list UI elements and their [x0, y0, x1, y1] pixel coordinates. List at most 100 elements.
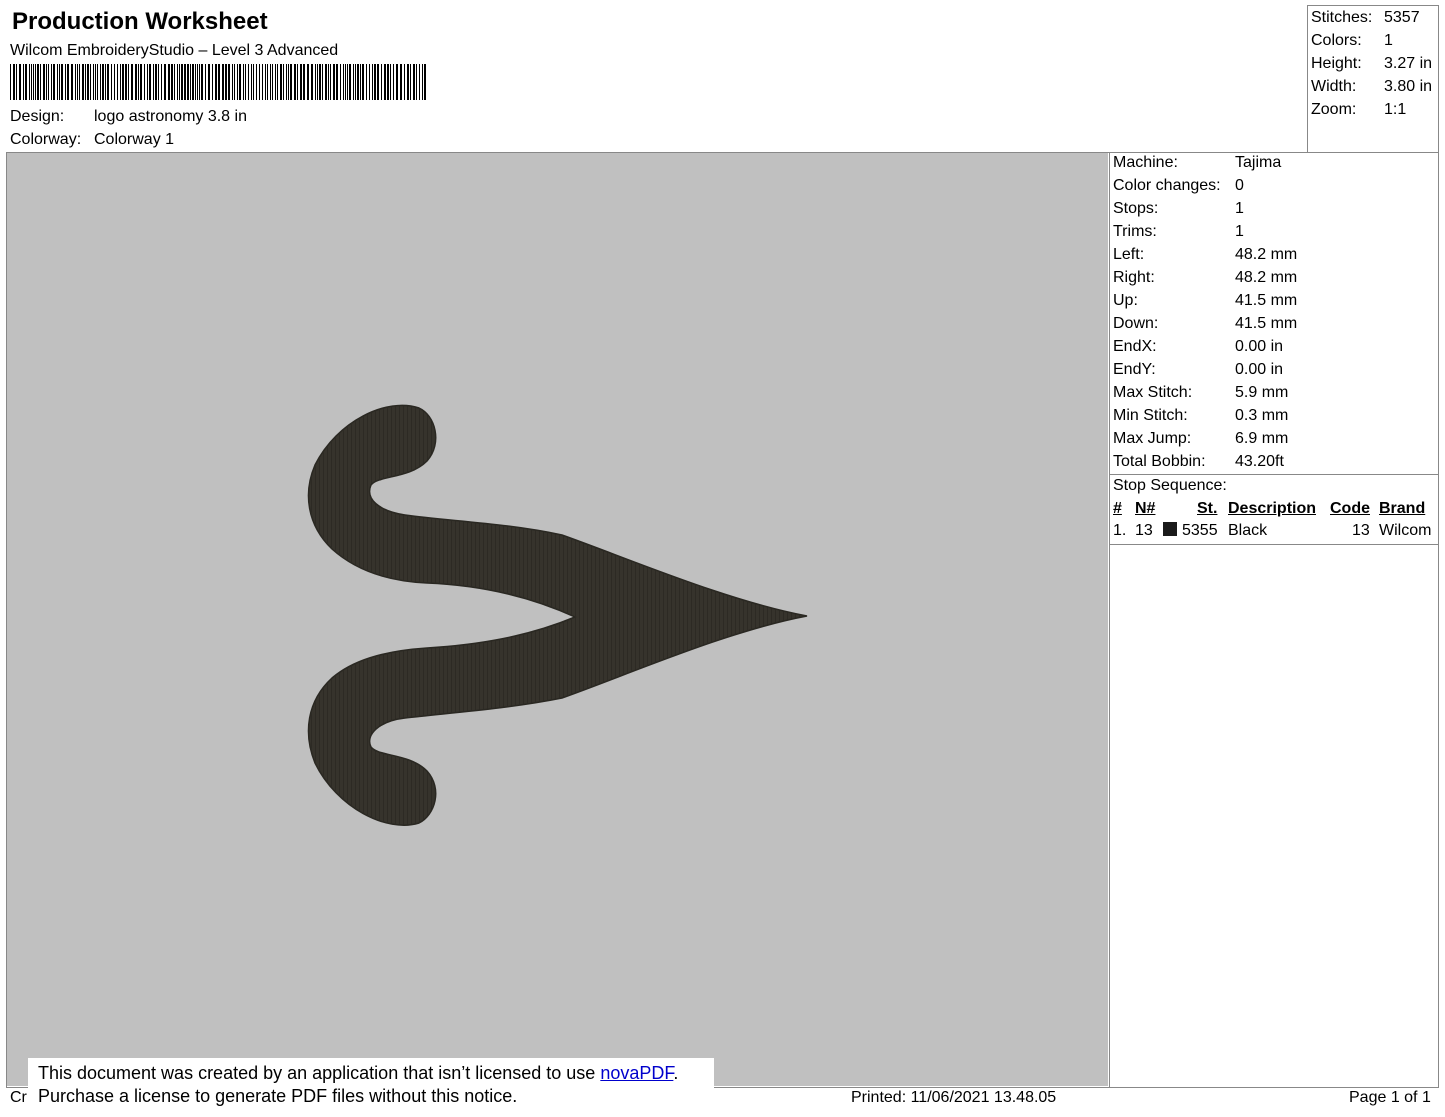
detail-label: Left:: [1113, 246, 1145, 263]
barcode-bar: [336, 64, 338, 100]
barcode-bar: [355, 64, 356, 100]
barcode-bar: [245, 64, 246, 100]
barcode-bar: [161, 64, 162, 100]
barcode-bar: [25, 64, 27, 100]
barcode-bar: [105, 64, 106, 100]
barcode-bar: [195, 64, 196, 100]
detail-label: Machine:: [1113, 154, 1178, 171]
barcode-bar: [33, 64, 34, 100]
detail-value: 1: [1235, 200, 1244, 217]
detail-value: 43.20ft: [1235, 453, 1284, 470]
detail-value: 0: [1235, 177, 1244, 194]
barcode-bar: [192, 64, 194, 100]
barcode-bar: [340, 64, 341, 100]
barcode-bar: [270, 64, 271, 100]
barcode-bar: [174, 64, 175, 100]
barcode-bar: [201, 64, 203, 100]
detail-label: Max Jump:: [1113, 430, 1192, 447]
barcode-bar: [59, 64, 60, 100]
row-stitches: 5355: [1182, 522, 1218, 539]
row-num: 1.: [1113, 522, 1127, 539]
barcode-bar: [125, 64, 127, 100]
barcode-bar: [31, 64, 32, 100]
barcode-bar: [61, 64, 63, 100]
barcode-bar: [79, 64, 80, 100]
barcode-bar: [16, 64, 17, 100]
barcode-bar: [138, 64, 139, 100]
barcode-bar: [319, 64, 321, 100]
aries-symbol-shape: [307, 404, 808, 826]
width-label: Width:: [1311, 78, 1357, 95]
barcode-bar: [234, 64, 235, 100]
right-border: [1438, 5, 1439, 1088]
barcode-bar: [362, 64, 364, 100]
barcode-bar: [237, 64, 238, 100]
barcode-bar: [422, 64, 423, 100]
barcode-bar: [43, 64, 45, 100]
barcode-bar: [218, 64, 220, 100]
detail-label: Total Bobbin:: [1113, 453, 1206, 470]
novapdf-link[interactable]: novaPDF: [600, 1063, 673, 1083]
barcode-bar: [114, 64, 115, 100]
header-needle: N#: [1135, 500, 1156, 517]
footer-created-fragment: Cr: [10, 1089, 27, 1106]
notice-line-1: This document was created by an applicat…: [38, 1063, 678, 1084]
height-value: 3.27 in: [1384, 55, 1433, 72]
detail-label: Color changes:: [1113, 177, 1221, 194]
detail-value: 5.9 mm: [1235, 384, 1289, 401]
header-code: Code: [1330, 500, 1370, 517]
barcode-bar: [147, 64, 148, 100]
printed-date: Printed: 11/06/2021 13.48.05: [851, 1089, 1057, 1106]
barcode-bar: [208, 64, 210, 100]
barcode-bar: [267, 64, 268, 100]
barcode-bar: [35, 64, 36, 100]
software-name: Wilcom EmbroideryStudio – Level 3 Advanc…: [10, 42, 339, 59]
barcode-bar: [311, 64, 313, 100]
barcode: [10, 64, 426, 100]
notice-line-2: Purchase a license to generate PDF files…: [38, 1086, 518, 1106]
row-code: 13: [1352, 522, 1370, 539]
barcode-bar: [197, 64, 198, 100]
barcode-bar: [100, 64, 101, 100]
barcode-bar: [357, 64, 359, 100]
detail-label: EndX:: [1113, 338, 1157, 355]
barcode-bar: [381, 64, 382, 100]
barcode-bar: [288, 64, 289, 100]
barcode-bar: [300, 64, 302, 100]
barcode-bar: [46, 64, 47, 100]
page-title: Production Worksheet: [12, 8, 268, 35]
barcode-bar: [349, 64, 351, 100]
barcode-bar: [390, 64, 391, 100]
barcode-bar: [140, 64, 142, 100]
barcode-bar: [297, 64, 298, 100]
barcode-bar: [333, 64, 335, 100]
top-border: [1307, 5, 1439, 6]
barcode-bar: [65, 64, 66, 100]
barcode-bar: [360, 64, 361, 100]
barcode-bar: [315, 64, 316, 100]
stop-sequence-title: Stop Sequence:: [1113, 477, 1227, 494]
row-brand: Wilcom: [1379, 522, 1432, 539]
barcode-bar: [131, 64, 133, 100]
detail-value: Tajima: [1235, 154, 1282, 171]
barcode-bar: [111, 64, 112, 100]
barcode-bar: [82, 64, 84, 100]
header-brand: Brand: [1379, 500, 1426, 517]
colorway-value: Colorway 1: [94, 131, 175, 148]
barcode-bar: [128, 64, 129, 100]
barcode-bar: [93, 64, 94, 100]
detail-value: 41.5 mm: [1235, 292, 1298, 309]
design-label: Design:: [10, 108, 65, 125]
barcode-bar: [117, 64, 118, 100]
barcode-bar: [120, 64, 121, 100]
stitches-value: 5357: [1384, 9, 1420, 26]
barcode-bar: [253, 64, 254, 100]
barcode-bar: [275, 64, 276, 100]
details-divider: [1109, 474, 1439, 475]
barcode-bar: [225, 64, 227, 100]
colorway-label: Colorway:: [10, 131, 82, 148]
barcode-bar: [71, 64, 73, 100]
embroidery-design: [307, 404, 808, 826]
barcode-bar: [222, 64, 224, 100]
barcode-bar: [328, 64, 329, 100]
